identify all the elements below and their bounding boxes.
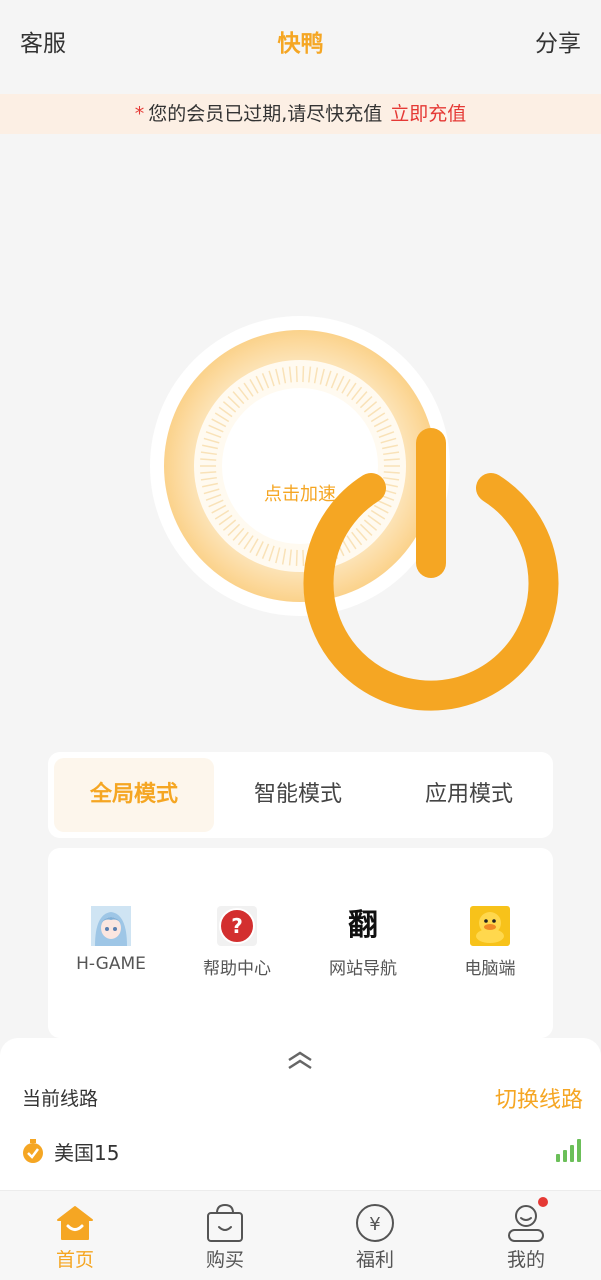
accelerate-button[interactable]: 点击加速 [150, 316, 559, 711]
chevron-up-icon[interactable] [285, 1050, 315, 1072]
bottom-tab-bar: 首页 购买 ¥ 福利 我的 [0, 1190, 601, 1280]
signal-bars-icon [556, 1139, 581, 1162]
notice-asterisk: * [134, 103, 145, 125]
shortcut-desktop-label: 电脑端 [464, 959, 516, 979]
yen-coin-icon: ¥ [355, 1203, 395, 1243]
tab-app-mode[interactable]: 应用模式 [389, 758, 549, 832]
shortcut-h-game[interactable]: H-GAME [48, 906, 174, 974]
tab-welfare[interactable]: ¥ 福利 [300, 1191, 450, 1280]
share-button[interactable]: 分享 [535, 24, 581, 58]
dial-tick [302, 366, 305, 383]
shortcut-grid: H-GAME ? 帮助中心 翻 网站导航 电脑端 [48, 848, 553, 1038]
shortcut-help-center-label: 帮助中心 [203, 959, 271, 979]
accelerate-label: 点击加速 [264, 484, 336, 505]
svg-text:?: ? [231, 914, 243, 938]
server-badge-icon [23, 1139, 43, 1163]
app-title: 快鸭 [277, 31, 324, 57]
current-line-label: 当前线路 [22, 1088, 99, 1110]
shortcut-desktop[interactable]: 电脑端 [427, 906, 553, 979]
tab-global-mode[interactable]: 全局模式 [54, 758, 214, 832]
shortcut-h-game-label: H-GAME [76, 954, 146, 974]
notice-text: 您的会员已过期,请尽快充值 [148, 103, 383, 125]
line-panel: 当前线路 切换线路 美国15 [0, 1038, 601, 1190]
profile-icon [506, 1197, 548, 1243]
customer-service-button[interactable]: 客服 [20, 24, 66, 58]
tab-home[interactable]: 首页 [0, 1191, 150, 1280]
tab-buy-label: 购买 [205, 1249, 244, 1271]
shortcut-help-center[interactable]: ? 帮助中心 [174, 906, 300, 979]
yellow-duck-icon [470, 906, 510, 946]
power-icon [303, 428, 559, 711]
notification-dot [538, 1197, 548, 1207]
tab-mine[interactable]: 我的 [451, 1191, 601, 1280]
switch-line-button[interactable]: 切换线路 [495, 1082, 583, 1114]
shortcut-site-nav[interactable]: 翻 网站导航 [300, 906, 426, 979]
tab-buy[interactable]: 购买 [150, 1191, 300, 1280]
dial-tick [295, 366, 298, 383]
recharge-link[interactable]: 立即充值 [390, 103, 466, 125]
anime-avatar-icon [91, 906, 131, 946]
server-name: 美国15 [54, 1140, 120, 1165]
shortcut-site-nav-label: 网站导航 [329, 959, 397, 979]
yen-glyph: ¥ [369, 1214, 380, 1235]
tab-mine-label: 我的 [506, 1249, 545, 1271]
home-icon [55, 1203, 95, 1243]
current-server[interactable]: 美国15 [22, 1138, 120, 1165]
shopping-bag-icon [205, 1203, 245, 1243]
help-question-icon: ? [217, 906, 257, 946]
fan-character-icon: 翻 [348, 908, 378, 943]
tab-smart-mode[interactable]: 智能模式 [218, 758, 378, 832]
top-bar: 客服 快鸭 分享 [0, 0, 601, 92]
mode-selector: 全局模式 智能模式 应用模式 [48, 752, 553, 838]
tab-home-label: 首页 [55, 1249, 94, 1271]
membership-expired-notice: * 您的会员已过期,请尽快充值 立即充值 [0, 94, 601, 134]
tab-welfare-label: 福利 [355, 1249, 394, 1271]
